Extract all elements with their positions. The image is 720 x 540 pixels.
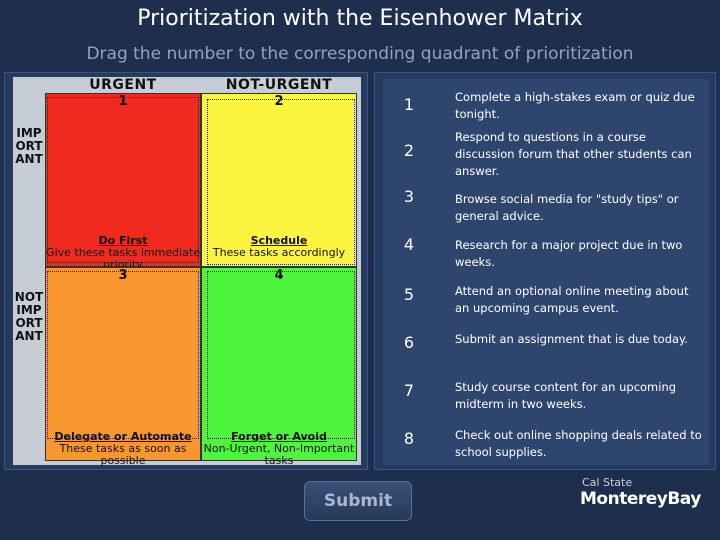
task-item: 5 Attend an optional online meeting abou…: [383, 283, 709, 327]
task-item: 3 Browse social media for "study tips" o…: [383, 185, 709, 229]
page-subtitle: Drag the number to the corresponding qua…: [86, 44, 634, 64]
task-text: Check out online shopping deals related …: [455, 428, 702, 459]
task-item: 7 Study course content for an upcoming m…: [383, 379, 709, 423]
page-title: Prioritization with the Eisenhower Matri…: [137, 6, 583, 31]
task-list-panel: 1 Complete a high-stakes exam or quiz du…: [374, 72, 716, 470]
logo-line-1: Cal State: [582, 476, 633, 489]
task-number-draggable[interactable]: 8: [397, 429, 421, 448]
task-text: Respond to questions in a course discuss…: [455, 130, 692, 178]
task-item: 2 Respond to questions in a course discu…: [383, 127, 709, 178]
task-text: Complete a high-stakes exam or quiz due …: [455, 90, 695, 121]
task-number-draggable[interactable]: 6: [397, 333, 421, 352]
logo-line-2: MontereyBay: [580, 489, 701, 509]
drop-zone-quadrant-1[interactable]: [47, 97, 199, 263]
task-item: 8 Check out online shopping deals relate…: [383, 427, 709, 471]
task-number-draggable[interactable]: 7: [397, 381, 421, 400]
task-number-draggable[interactable]: 1: [397, 95, 421, 114]
quadrant-description: These tasks as soon as possible: [59, 442, 187, 467]
matrix-panel: URGENT NOT-URGENT IMPORTANT NOT IMPORTAN…: [4, 72, 368, 470]
csumb-logo: Cal State MontereyBay: [580, 476, 701, 516]
task-item: 4 Research for a major project due in tw…: [383, 235, 709, 279]
task-number-draggable[interactable]: 3: [397, 187, 421, 206]
drop-zone-quadrant-4[interactable]: [207, 271, 355, 439]
row-label-not-important: NOT IMPORTANT: [14, 290, 44, 343]
quadrant-description: Non-Urgent, Non-Important tasks: [203, 442, 355, 467]
task-text: Submit an assignment that is due today.: [455, 332, 688, 346]
drop-zone-quadrant-3[interactable]: [47, 271, 199, 439]
task-text: Research for a major project due in two …: [455, 238, 683, 269]
row-label-important: IMPORTANT: [15, 126, 43, 166]
task-item: 1 Complete a high-stakes exam or quiz du…: [383, 83, 709, 127]
task-text: Study course content for an upcoming mid…: [455, 380, 677, 411]
task-number-draggable[interactable]: 2: [397, 141, 421, 160]
task-number-draggable[interactable]: 5: [397, 285, 421, 304]
submit-button[interactable]: Submit: [304, 481, 412, 521]
task-item: 6 Submit an assignment that is due today…: [383, 331, 709, 375]
drop-zone-quadrant-2[interactable]: [207, 99, 355, 265]
task-text: Attend an optional online meeting about …: [455, 284, 689, 315]
task-text: Browse social media for "study tips" or …: [455, 192, 679, 223]
task-number-draggable[interactable]: 4: [397, 235, 421, 254]
eisenhower-matrix: URGENT NOT-URGENT IMPORTANT NOT IMPORTAN…: [13, 77, 361, 467]
task-list: 1 Complete a high-stakes exam or quiz du…: [383, 79, 709, 465]
